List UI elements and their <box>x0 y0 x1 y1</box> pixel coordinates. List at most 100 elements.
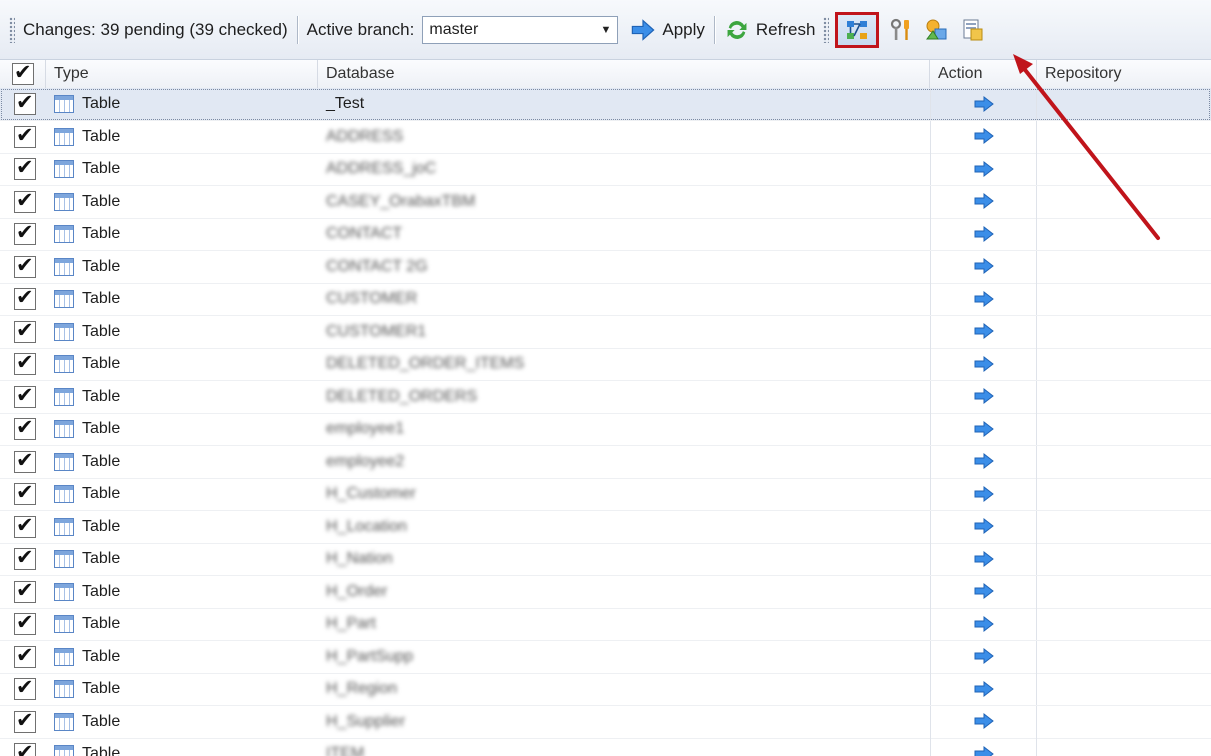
action-cell[interactable] <box>930 88 1037 120</box>
action-cell[interactable] <box>930 218 1037 250</box>
arrow-right-icon[interactable] <box>973 95 995 113</box>
column-header-action[interactable]: Action <box>930 60 1037 88</box>
row-checkbox[interactable] <box>14 284 36 312</box>
row-checkbox-cell[interactable] <box>14 283 40 315</box>
column-header-type[interactable]: Type <box>46 60 318 88</box>
action-cell[interactable] <box>930 250 1037 283</box>
arrow-right-icon[interactable] <box>973 550 995 568</box>
action-cell[interactable] <box>930 445 1037 478</box>
action-cell[interactable] <box>930 738 1037 756</box>
table-row[interactable]: Table DELETED_ORDERS <box>0 380 1211 414</box>
row-checkbox[interactable] <box>14 512 36 540</box>
row-checkbox[interactable] <box>14 674 36 702</box>
row-checkbox-cell[interactable] <box>14 88 40 120</box>
action-cell[interactable] <box>930 315 1037 348</box>
row-checkbox[interactable] <box>14 252 36 280</box>
table-row[interactable]: Table CONTACT <box>0 218 1211 251</box>
row-checkbox[interactable] <box>14 642 36 670</box>
row-checkbox[interactable] <box>14 349 36 377</box>
arrow-right-icon[interactable] <box>973 420 995 438</box>
action-cell[interactable] <box>930 120 1037 153</box>
arrow-right-icon[interactable] <box>973 322 995 340</box>
arrow-right-icon[interactable] <box>973 160 995 178</box>
action-cell[interactable] <box>930 478 1037 510</box>
arrow-right-icon[interactable] <box>973 192 995 210</box>
arrow-right-icon[interactable] <box>973 485 995 503</box>
action-cell[interactable] <box>930 543 1037 575</box>
arrow-right-icon[interactable] <box>973 517 995 535</box>
table-row[interactable]: Table CASEY_OrabaxTBM <box>0 185 1211 219</box>
table-row[interactable]: Table CONTACT 2G <box>0 250 1211 284</box>
table-row[interactable]: Table CUSTOMER <box>0 283 1211 316</box>
tools-button[interactable] <box>885 14 917 46</box>
chevron-down-icon[interactable]: ▼ <box>600 24 611 36</box>
row-checkbox-cell[interactable] <box>14 576 40 608</box>
arrow-right-icon[interactable] <box>973 582 995 600</box>
row-checkbox[interactable] <box>14 544 36 572</box>
arrow-right-icon[interactable] <box>973 615 995 633</box>
row-checkbox[interactable] <box>14 577 36 605</box>
table-row[interactable]: Table DELETED_ORDER_ITEMS <box>0 348 1211 381</box>
shapes-button[interactable] <box>921 14 953 46</box>
apply-button[interactable]: Apply <box>630 17 705 43</box>
arrow-right-icon[interactable] <box>973 290 995 308</box>
refresh-button[interactable]: Refresh <box>724 17 815 43</box>
branch-diagram-button[interactable] <box>835 11 880 48</box>
row-checkbox[interactable] <box>14 317 36 345</box>
column-header-database[interactable]: Database <box>318 60 930 88</box>
toolbar-grip[interactable] <box>9 16 15 43</box>
row-checkbox[interactable] <box>14 609 36 637</box>
action-cell[interactable] <box>930 283 1037 315</box>
arrow-right-icon[interactable] <box>973 257 995 275</box>
table-row[interactable]: Table H_PartSupp <box>0 640 1211 674</box>
action-cell[interactable] <box>930 673 1037 705</box>
document-button[interactable] <box>957 14 989 46</box>
row-checkbox-cell[interactable] <box>14 478 40 510</box>
arrow-right-icon[interactable] <box>973 127 995 145</box>
row-checkbox[interactable] <box>14 219 36 247</box>
row-checkbox-cell[interactable] <box>14 673 40 705</box>
table-row[interactable]: Table ADDRESS_joC <box>0 153 1211 186</box>
row-checkbox-cell[interactable] <box>14 543 40 575</box>
row-checkbox-cell[interactable] <box>14 153 40 185</box>
table-row[interactable]: Table employee2 <box>0 445 1211 479</box>
row-checkbox-cell[interactable] <box>14 446 40 478</box>
toolbar-grip[interactable] <box>823 16 830 43</box>
row-checkbox[interactable] <box>14 382 36 410</box>
table-row[interactable]: Table H_Location <box>0 510 1211 544</box>
row-checkbox[interactable] <box>14 414 36 442</box>
row-checkbox[interactable] <box>14 122 36 150</box>
table-row[interactable]: Table H_Supplier <box>0 705 1211 739</box>
row-checkbox[interactable] <box>14 89 36 117</box>
table-row[interactable]: Table employee1 <box>0 413 1211 446</box>
row-checkbox-cell[interactable] <box>14 121 40 153</box>
arrow-right-icon[interactable] <box>973 452 995 470</box>
action-cell[interactable] <box>930 348 1037 380</box>
column-header-repository[interactable]: Repository <box>1037 60 1211 88</box>
row-checkbox-cell[interactable] <box>14 348 40 380</box>
row-checkbox-cell[interactable] <box>14 511 40 543</box>
select-all-checkbox[interactable] <box>12 60 34 87</box>
select-all-header[interactable] <box>0 60 46 88</box>
row-checkbox-cell[interactable] <box>14 413 40 445</box>
row-checkbox-cell[interactable] <box>14 316 40 348</box>
table-row[interactable]: Table H_Order <box>0 575 1211 609</box>
table-row[interactable]: Table H_Part <box>0 608 1211 641</box>
arrow-right-icon[interactable] <box>973 712 995 730</box>
row-checkbox[interactable] <box>14 479 36 507</box>
row-checkbox[interactable] <box>14 447 36 475</box>
action-cell[interactable] <box>930 640 1037 673</box>
action-cell[interactable] <box>930 185 1037 218</box>
arrow-right-icon[interactable] <box>973 355 995 373</box>
action-cell[interactable] <box>930 380 1037 413</box>
row-checkbox[interactable] <box>14 739 36 756</box>
table-row[interactable]: Table H_Customer <box>0 478 1211 511</box>
row-checkbox-cell[interactable] <box>14 218 40 250</box>
row-checkbox-cell[interactable] <box>14 641 40 673</box>
active-branch-select[interactable]: master ▼ <box>422 15 619 44</box>
action-cell[interactable] <box>930 705 1037 738</box>
row-checkbox-cell[interactable] <box>14 738 40 756</box>
table-row[interactable]: Table ITEM <box>0 738 1211 756</box>
table-row[interactable]: Table H_Nation <box>0 543 1211 576</box>
table-row[interactable]: Table _Test <box>0 88 1211 121</box>
